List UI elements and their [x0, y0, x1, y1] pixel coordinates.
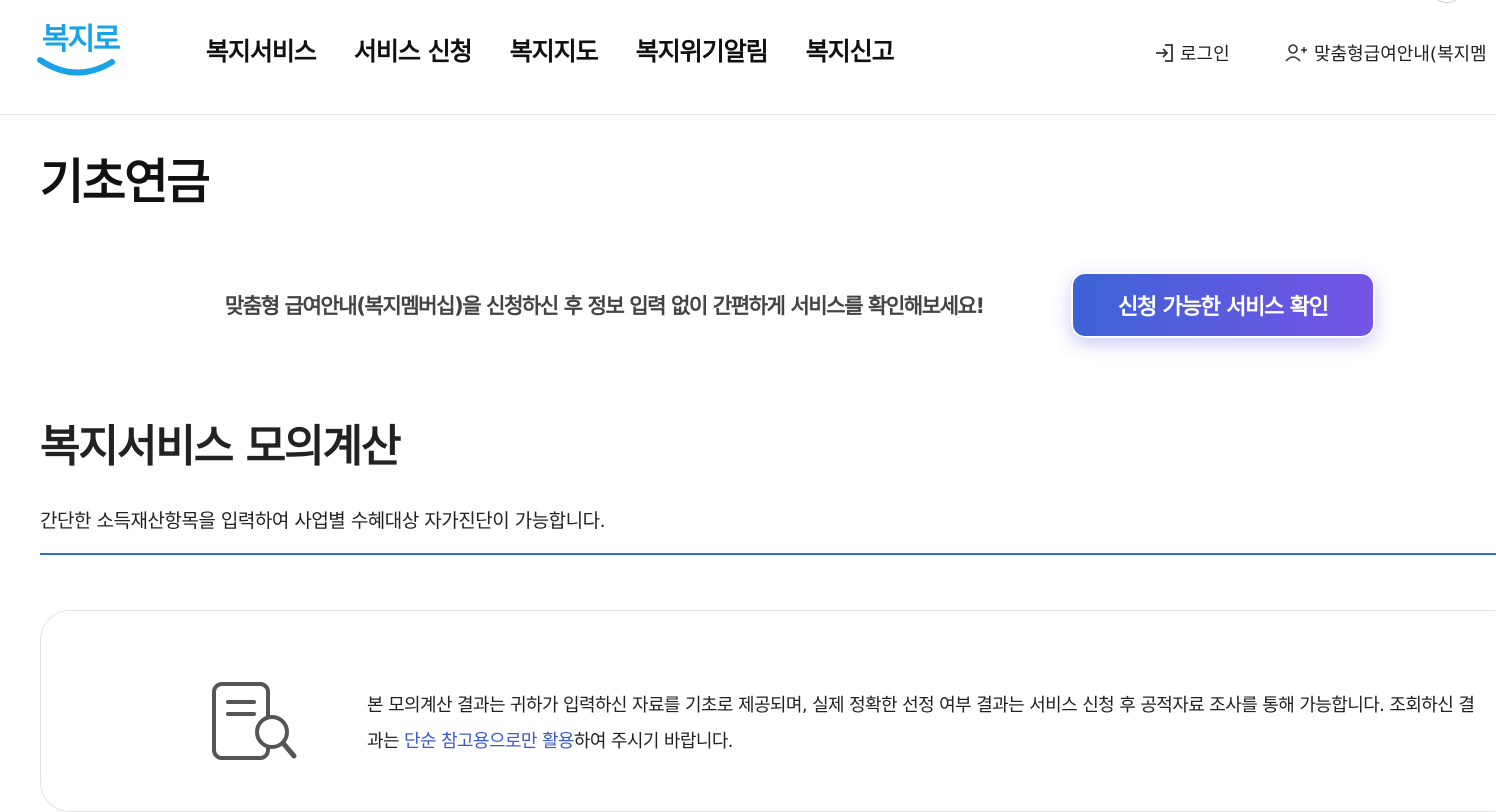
- promo-text: 맞춤형 급여안내(복지멤버십)을 신청하신 후 정보 입력 없이 간편하게 서비…: [225, 294, 985, 318]
- notice-highlight: 단순 참고용으로만 활용: [404, 731, 574, 752]
- corner-button[interactable]: [1432, 0, 1462, 3]
- logo-smile-icon: [37, 57, 115, 76]
- nav-welfare-service[interactable]: 복지서비스: [206, 32, 317, 68]
- nav-service-apply[interactable]: 서비스 신청: [354, 32, 473, 68]
- check-available-services-button[interactable]: 신청 가능한 서비스 확인: [1071, 272, 1375, 338]
- section-divider: [40, 553, 1496, 555]
- site-header: 복지로 복지서비스 서비스 신청 복지지도 복지위기알림 복지신고 로그인 맞춤…: [0, 0, 1496, 115]
- site-logo[interactable]: 복지로: [36, 12, 121, 82]
- custom-benefit-label: 맞춤형급여안내(복지멤: [1314, 44, 1487, 65]
- custom-benefit-link[interactable]: 맞춤형급여안내(복지멤: [1284, 40, 1487, 66]
- page-title: 기초연금: [40, 154, 211, 210]
- login-label: 로그인: [1180, 44, 1230, 65]
- login-icon: [1156, 44, 1173, 62]
- nav-welfare-map[interactable]: 복지지도: [510, 32, 599, 68]
- main-nav: 복지서비스 서비스 신청 복지지도 복지위기알림 복지신고: [206, 32, 895, 68]
- login-link[interactable]: 로그인: [1154, 40, 1230, 66]
- simulation-section-title: 복지서비스 모의계산: [40, 421, 402, 472]
- nav-crisis-alert[interactable]: 복지위기알림: [636, 32, 769, 68]
- notice-text-after: 하여 주시기 바랍니다.: [573, 731, 734, 752]
- simulation-description: 간단한 소득재산항목을 입력하여 사업별 수혜대상 자가진단이 가능합니다.: [40, 510, 606, 532]
- nav-welfare-report[interactable]: 복지신고: [806, 32, 895, 68]
- document-search-icon: [212, 682, 297, 760]
- notice-text: 본 모의계산 결과는 귀하가 입력하신 자료를 기초로 제공되며, 실제 정확한…: [367, 688, 1479, 760]
- user-plus-icon: [1285, 44, 1307, 62]
